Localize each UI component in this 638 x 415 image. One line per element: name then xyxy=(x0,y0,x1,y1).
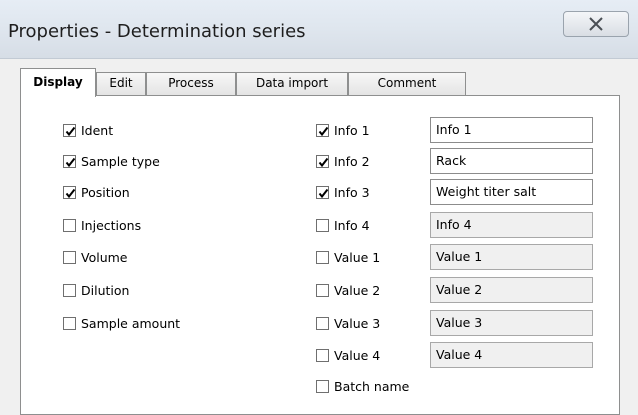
info-3-checkbox[interactable]: Info 3 xyxy=(316,183,370,201)
checkbox-label: Injections xyxy=(81,217,142,233)
checkbox-label: Batch name xyxy=(334,378,410,394)
checkbox-box[interactable] xyxy=(63,185,76,199)
check-icon xyxy=(318,126,329,136)
position-checkbox[interactable]: Position xyxy=(63,183,130,201)
value-1-checkbox[interactable]: Value 1 xyxy=(316,248,380,266)
batch-name-checkbox[interactable]: Batch name xyxy=(316,377,409,395)
checkbox-label: Info 3 xyxy=(334,184,370,200)
display-tab-panel: Ident Sample type Position Injections Vo… xyxy=(20,95,620,415)
checkbox-box[interactable] xyxy=(316,316,329,330)
sample-amount-checkbox[interactable]: Sample amount xyxy=(63,314,180,332)
title-bar: Properties - Determination series xyxy=(0,0,638,59)
value-1-field: Value 1 xyxy=(430,244,593,270)
info-4-field: Info 4 xyxy=(430,212,593,238)
tab-data-import[interactable]: Data import xyxy=(236,72,348,95)
checkbox-label: Volume xyxy=(81,249,128,265)
value-4-checkbox[interactable]: Value 4 xyxy=(316,346,380,364)
checkbox-box[interactable] xyxy=(316,185,329,199)
checkbox-box[interactable] xyxy=(316,123,329,137)
volume-checkbox[interactable]: Volume xyxy=(63,248,128,266)
checkbox-box[interactable] xyxy=(63,218,76,232)
checkbox-label: Sample type xyxy=(81,153,160,169)
close-button[interactable] xyxy=(563,11,629,37)
checkbox-box[interactable] xyxy=(63,123,76,137)
value-3-checkbox[interactable]: Value 3 xyxy=(316,314,380,332)
checkbox-box[interactable] xyxy=(316,348,329,362)
info-1-checkbox[interactable]: Info 1 xyxy=(316,121,370,139)
tab-display[interactable]: Display xyxy=(20,68,96,97)
check-icon xyxy=(65,126,76,136)
injections-checkbox[interactable]: Injections xyxy=(63,216,141,234)
close-icon xyxy=(589,17,603,31)
info-3-field[interactable]: Weight titer salt xyxy=(430,179,593,205)
info-2-field[interactable]: Rack xyxy=(430,148,593,174)
checkbox-label: Dilution xyxy=(81,282,130,298)
ident-checkbox[interactable]: Ident xyxy=(63,121,113,139)
checkbox-label: Position xyxy=(81,184,130,200)
tab-edit[interactable]: Edit xyxy=(96,72,146,95)
check-icon xyxy=(318,157,329,167)
checkbox-label: Info 2 xyxy=(334,153,370,169)
checkbox-box[interactable] xyxy=(316,283,329,297)
tab-comment[interactable]: Comment xyxy=(348,72,466,95)
checkbox-label: Sample amount xyxy=(81,315,181,331)
value-3-field: Value 3 xyxy=(430,310,593,336)
checkbox-box[interactable] xyxy=(316,218,329,232)
checkbox-label: Info 1 xyxy=(334,122,370,138)
checkbox-label: Ident xyxy=(81,122,114,138)
checkbox-box[interactable] xyxy=(316,379,329,393)
info-4-checkbox[interactable]: Info 4 xyxy=(316,216,370,234)
window-title: Properties - Determination series xyxy=(8,21,306,42)
tab-process[interactable]: Process xyxy=(146,72,236,95)
checkbox-box[interactable] xyxy=(63,250,76,264)
value-4-field: Value 4 xyxy=(430,342,593,368)
checkbox-label: Value 3 xyxy=(334,315,381,331)
check-icon xyxy=(65,188,76,198)
dilution-checkbox[interactable]: Dilution xyxy=(63,281,129,299)
checkbox-label: Value 4 xyxy=(334,347,381,363)
checkbox-label: Info 4 xyxy=(334,217,370,233)
value-2-checkbox[interactable]: Value 2 xyxy=(316,281,380,299)
checkbox-label: Value 1 xyxy=(334,249,381,265)
checkbox-box[interactable] xyxy=(63,283,76,297)
check-icon xyxy=(318,188,329,198)
checkbox-box[interactable] xyxy=(63,154,76,168)
info-1-field[interactable]: Info 1 xyxy=(430,117,593,143)
checkbox-box[interactable] xyxy=(316,154,329,168)
value-2-field: Value 2 xyxy=(430,277,593,303)
checkbox-label: Value 2 xyxy=(334,282,381,298)
sample-type-checkbox[interactable]: Sample type xyxy=(63,152,160,170)
dialog-body: Display Edit Process Data import Comment… xyxy=(0,59,638,415)
info-2-checkbox[interactable]: Info 2 xyxy=(316,152,370,170)
checkbox-box[interactable] xyxy=(63,316,76,330)
check-icon xyxy=(65,157,76,167)
checkbox-box[interactable] xyxy=(316,250,329,264)
